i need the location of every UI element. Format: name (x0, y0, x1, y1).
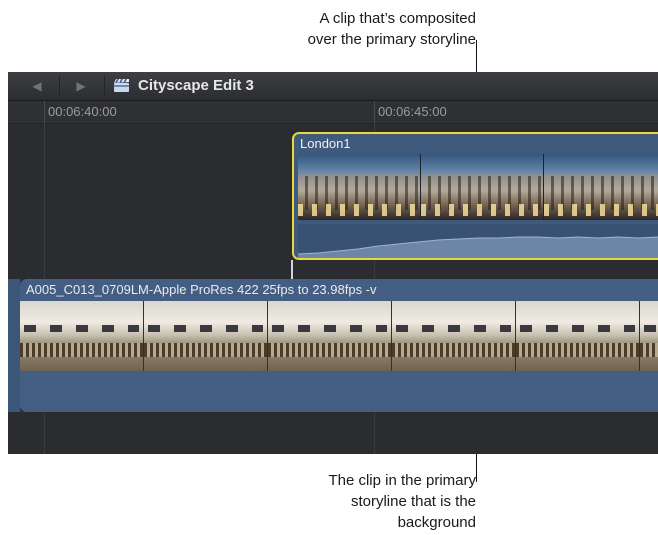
video-thumbnail (544, 154, 658, 220)
forward-button[interactable]: ▶ (66, 77, 96, 95)
timeline-ruler[interactable]: 00:06:40:00 00:06:45:00 (8, 101, 658, 124)
video-thumbnail (144, 301, 268, 371)
audio-waveform (298, 224, 658, 258)
connected-clip-name: London1 (300, 136, 351, 151)
connected-clip-filmstrip (298, 154, 658, 220)
back-button[interactable]: ◀ (22, 77, 52, 95)
primary-clip-filmstrip (20, 301, 658, 371)
primary-storyline-clip[interactable]: A005_C013_0709LM-Apple ProRes 422 25fps … (20, 279, 658, 412)
video-thumbnail (268, 301, 392, 371)
callout-bottom-line-1: The clip in the primary (328, 472, 476, 489)
timecode-label: 00:06:40:00 (48, 104, 117, 119)
timeline-window: ◀ ▶ Cityscape Edit 3 00:06:40:00 00:06:4… (8, 72, 658, 454)
primary-clip-name: A005_C013_0709LM-Apple ProRes 422 25fps … (26, 282, 377, 297)
project-title: Cityscape Edit 3 (138, 77, 254, 94)
callout-top-line-1: A clip that’s composited (319, 10, 476, 27)
ruler-tick (374, 101, 375, 123)
callout-bottom-line-3: background (397, 514, 476, 531)
callout-bottom-line-2: storyline that is the (350, 493, 476, 510)
forward-arrow-icon: ▶ (76, 79, 86, 93)
video-thumbnail (640, 301, 658, 371)
connected-clip[interactable]: London1 (292, 132, 658, 260)
nav-divider (59, 76, 60, 96)
clapperboard-icon (114, 79, 129, 92)
video-thumbnail (20, 301, 144, 371)
callout-background-clip: The clip in the primary storyline that i… (216, 470, 476, 533)
video-thumbnail (516, 301, 640, 371)
callout-composited-clip: A clip that’s composited over the primar… (216, 8, 476, 50)
nav-divider-2 (104, 76, 105, 96)
back-arrow-icon: ◀ (32, 79, 42, 93)
ruler-tick (44, 101, 45, 123)
video-thumbnail (298, 154, 421, 220)
primary-clip-audio-area (20, 371, 658, 412)
clip-connection-line (291, 260, 293, 280)
callout-top-line-2: over the primary storyline (307, 31, 476, 48)
timecode-label: 00:06:45:00 (378, 104, 447, 119)
video-thumbnail (421, 154, 544, 220)
timeline-title-bar: ◀ ▶ Cityscape Edit 3 (8, 72, 658, 101)
video-thumbnail (392, 301, 516, 371)
